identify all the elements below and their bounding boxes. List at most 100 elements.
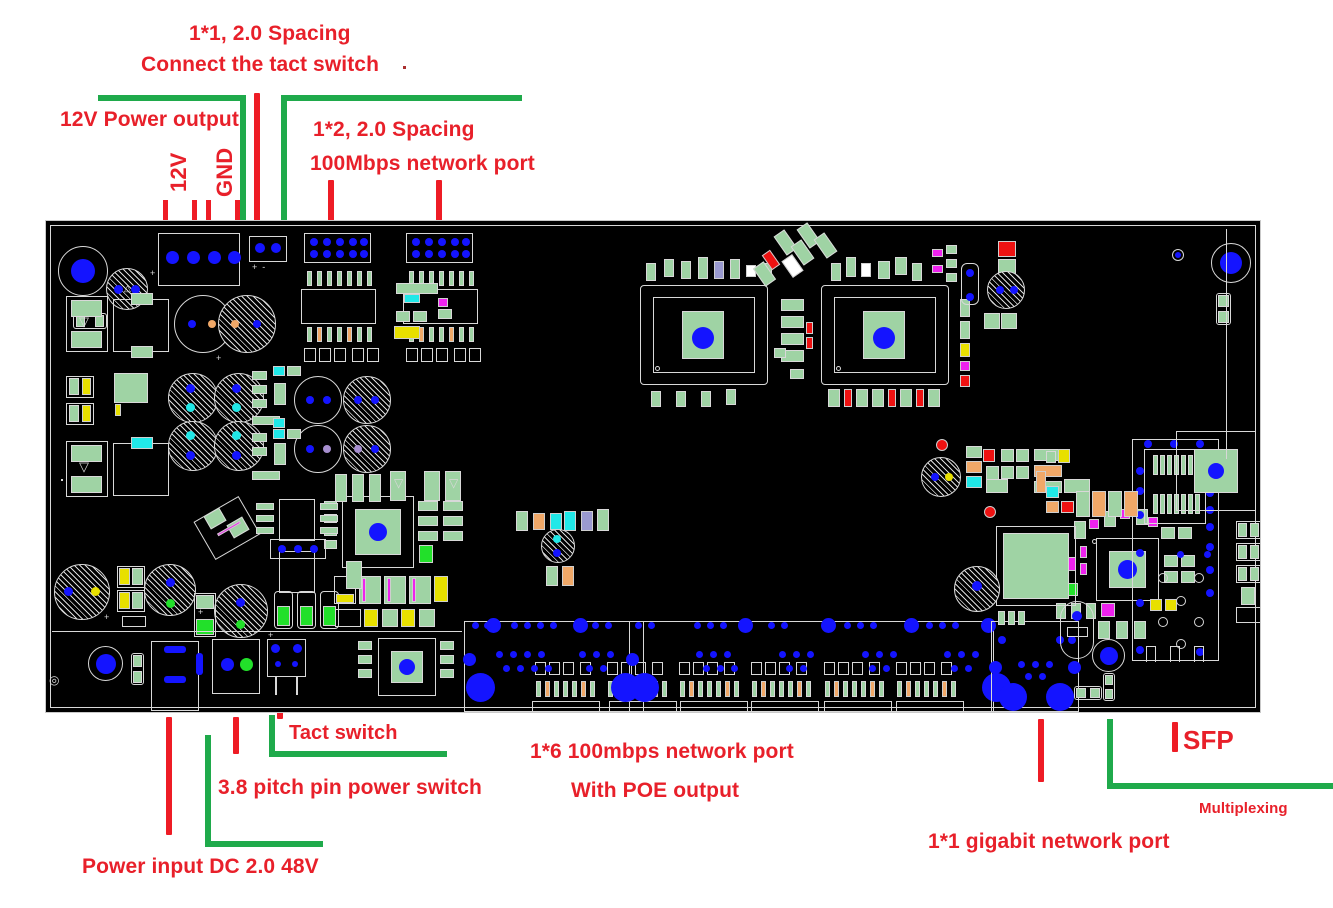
rj45-pad	[904, 618, 919, 633]
rj45-signal-pin	[890, 651, 897, 658]
leader-line-net-port-1	[328, 180, 334, 225]
center-left-passive	[516, 511, 528, 531]
rj45-signal-pin	[710, 651, 717, 658]
net-header-1-pin	[336, 250, 344, 258]
dc-jack-pin-3	[196, 653, 203, 675]
power-input-pad	[96, 654, 116, 674]
magnetic-1-pin-b	[307, 327, 312, 342]
resistor-bl-2a	[119, 592, 130, 609]
under-chip2-passive	[928, 389, 940, 407]
rj45-signal-pin	[869, 665, 876, 672]
magnetic-1-pin	[367, 271, 372, 286]
chip-passive	[831, 263, 841, 281]
leader-line-sfp	[1172, 722, 1178, 752]
rj45-pad-sm	[781, 622, 788, 629]
leader-line-power-input	[166, 717, 172, 835]
mcu-small-passive	[440, 641, 454, 650]
net-header-1-pin	[310, 238, 318, 246]
chip2-right-passive	[946, 245, 957, 254]
cap-bank-left	[424, 471, 440, 501]
electrolytic-3-pad-a	[186, 384, 195, 393]
chip2-right-passive	[960, 375, 970, 387]
magnetic-module-1	[301, 289, 376, 324]
rj45-signal-pin	[958, 651, 965, 658]
leader-line-net-port-2	[436, 180, 442, 225]
rj45-signal-pin	[593, 651, 600, 658]
chip-passive	[646, 263, 656, 281]
sfp-tab	[1146, 646, 1156, 662]
pcb-board: + △ + - + ▽ ▽ + + + ▽ ▽ ◎	[45, 220, 1261, 713]
sfp-hole	[1194, 573, 1204, 583]
sfp-mount-pad	[1144, 440, 1152, 448]
net-header-2-pin	[425, 238, 433, 246]
sfp-mount-pad	[1177, 551, 1184, 558]
pcb-cross-1: +	[104, 612, 110, 622]
rj45-signal-pin	[972, 651, 979, 658]
chip2-right-passive	[960, 361, 970, 371]
power-switch-pin-1	[221, 658, 234, 671]
qfn-left-passive-green	[419, 545, 433, 563]
chip2-right-passive	[932, 265, 943, 273]
electrolytic-5-pad-a	[186, 431, 195, 440]
dc-jack-pin-2	[164, 676, 186, 683]
electrolytic-2-polarity: +	[216, 353, 222, 363]
electrolytic-9-pad-a	[306, 445, 314, 453]
center-left-passive	[546, 566, 558, 586]
gigabit-pad	[998, 636, 1006, 644]
regulator-pad	[394, 326, 420, 339]
electrolytic-13-pad-a	[236, 598, 245, 607]
sfp-hole	[1176, 596, 1186, 606]
right-smd	[1001, 313, 1017, 329]
rj45-signal-pin	[531, 665, 538, 672]
silk-divider-line	[52, 631, 462, 632]
poe-ctrl-passive	[1046, 501, 1059, 513]
cap-tl-1-pad-a	[114, 285, 123, 294]
right-cap-pad-a	[966, 269, 974, 277]
sfp-contact-b	[1167, 494, 1172, 514]
chip2-right-passive	[960, 321, 970, 339]
electrolytic-4-pad-a	[232, 384, 241, 393]
under-chip2-passive	[856, 389, 868, 407]
smd-cluster-a	[287, 366, 301, 376]
annotation-power-input: Power input DC 2.0 48V	[82, 855, 319, 878]
rj45-signal-pin	[731, 665, 738, 672]
chip2-right-passive	[946, 273, 957, 282]
inter-chip-passive	[781, 316, 804, 328]
rj45-bank-right	[629, 621, 994, 712]
led-2a	[69, 405, 79, 422]
sfp-contact	[1160, 455, 1165, 475]
leader-line-gigabit-port	[1038, 719, 1044, 782]
rj45-signal-pin	[779, 651, 786, 658]
rj45-signal-pin	[503, 665, 510, 672]
shield-box-1-pad-b	[71, 331, 102, 348]
qfn-left-passive	[443, 531, 463, 541]
magnetic-1-pin-b	[337, 327, 342, 342]
magnetic-2-pin-b	[469, 327, 474, 342]
leader-line-pitch-pin-switch	[233, 717, 239, 754]
chip-passive	[861, 263, 871, 277]
cap-grp-1	[334, 348, 346, 362]
right-mid-cap-1-pad-a	[931, 473, 939, 481]
led-1a	[69, 378, 79, 395]
tact-switch-pin-4	[292, 661, 298, 667]
cap-bank-left	[335, 474, 347, 502]
mosfet-row-pad	[336, 594, 354, 603]
regulator-pad	[438, 309, 452, 319]
leader-bracket-tact-switch	[269, 715, 447, 757]
smd-cluster-b	[252, 433, 267, 442]
magnetic-2-pin	[449, 271, 454, 286]
rj45-signal-pin	[793, 651, 800, 658]
net-ic-passive	[1058, 449, 1070, 463]
poe-ctrl-passive	[1092, 491, 1106, 517]
tact-header-polarity: + -	[252, 262, 266, 272]
transformer-1-pad-a	[131, 293, 153, 305]
sfp-tab	[1170, 646, 1180, 662]
diode-symbol-1: ▽	[79, 314, 89, 329]
rj45-signal-pin	[696, 651, 703, 658]
mounting-pad-tl	[71, 259, 95, 283]
diode-symbol-3: ▽	[394, 476, 404, 490]
right-cap-pad-b	[966, 293, 974, 301]
stray-dot-artifact	[403, 66, 406, 69]
tact-switch-pin-3	[275, 661, 281, 667]
header-3pin-mid-pin	[310, 545, 318, 553]
